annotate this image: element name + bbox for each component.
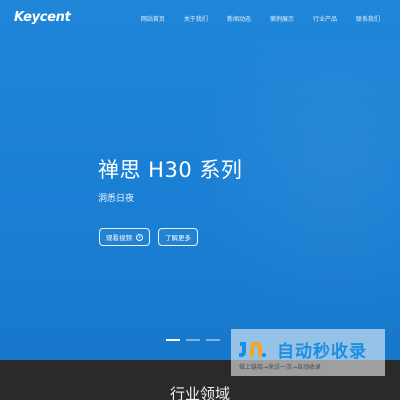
main-nav: 网站首页 关于我们 新闻动态 案例展示 行业产品 联系我们 (122, 14, 380, 23)
play-icon (136, 233, 143, 241)
watch-video-label: 观看视频 (106, 234, 132, 242)
learn-more-label: 了解更多 (165, 234, 191, 242)
nav-item-contact[interactable]: 联系我们 (356, 14, 380, 23)
hero-slogan: 禅思 H30 系列 洞悉日夜 (98, 154, 242, 204)
nav-item-home[interactable]: 网站首页 (141, 14, 165, 23)
hero-actions: 观看视频 了解更多 (99, 228, 206, 246)
watermark-subtitle: 做上链接→来访一次→自动收录 (239, 364, 322, 371)
nav-item-about[interactable]: 关于我们 (184, 14, 208, 23)
watermark-title: 自动秒收录 (277, 342, 367, 362)
watermark-logo-icon (239, 342, 266, 357)
nav-item-cases[interactable]: 案例展示 (270, 14, 294, 23)
carousel-dot-1[interactable] (166, 339, 180, 341)
brand-logo[interactable]: Keycent (14, 10, 71, 25)
watch-video-button[interactable]: 观看视频 (99, 228, 150, 246)
hero-banner: Keycent 网站首页 关于我们 新闻动态 案例展示 行业产品 联系我们 禅思… (0, 0, 400, 360)
carousel-dot-3[interactable] (206, 339, 220, 341)
hero-title: 禅思 H30 系列 (98, 158, 243, 182)
watermark-overlay: 自动秒收录 做上链接→来访一次→自动收录 (231, 329, 385, 376)
carousel-dot-2[interactable] (186, 339, 200, 341)
carousel-indicators (166, 339, 226, 341)
learn-more-button[interactable]: 了解更多 (158, 228, 198, 246)
nav-item-products[interactable]: 行业产品 (313, 14, 337, 23)
hero-subtitle: 洞悉日夜 (98, 194, 135, 204)
nav-item-news[interactable]: 新闻动态 (227, 14, 251, 23)
section-title-industry: 行业领域 (169, 385, 230, 400)
